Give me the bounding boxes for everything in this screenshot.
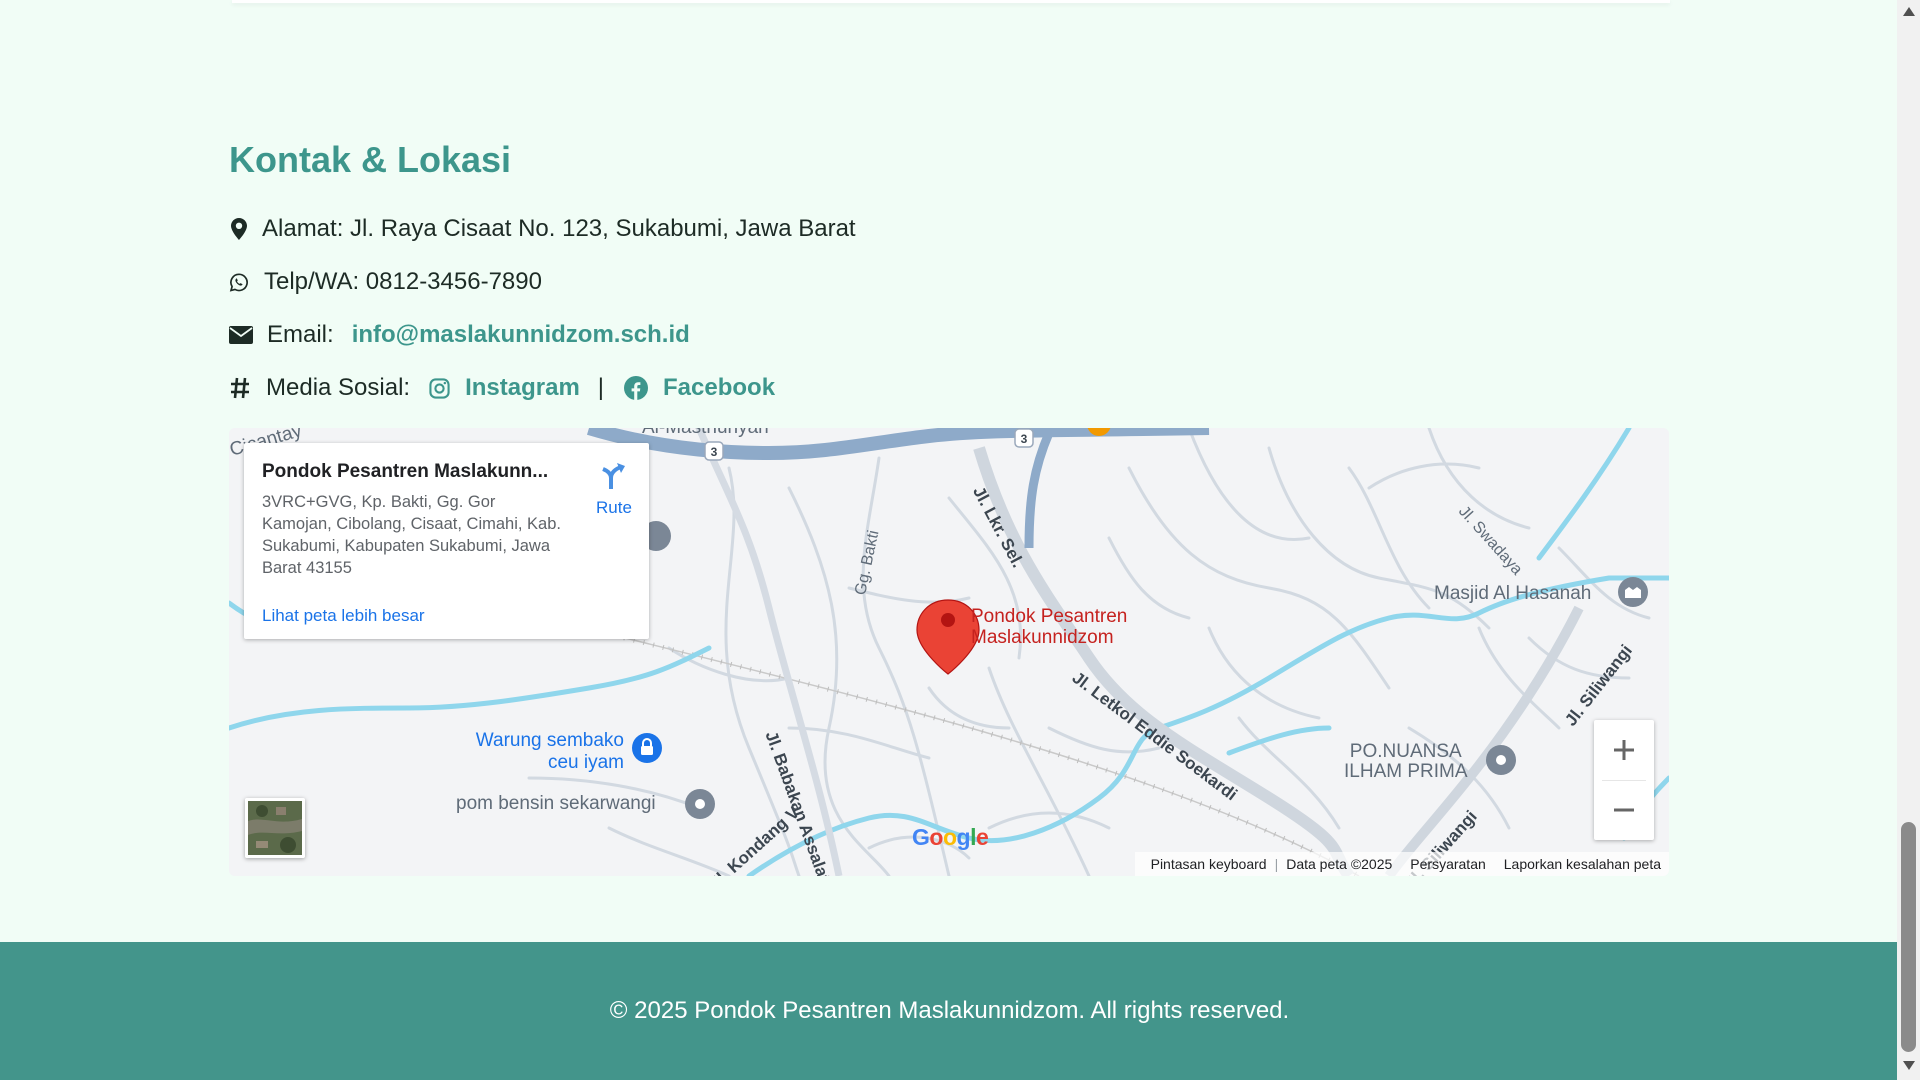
social-row: Media Sosial: Instagram | Facebook: [229, 371, 775, 405]
place-info-address: 3VRC+GVG, Kp. Bakti, Gg. Gor Kamojan, Ci…: [262, 493, 561, 577]
keyboard-shortcuts-link[interactable]: Pintasan keyboard: [1151, 856, 1267, 872]
email-label: Email:: [267, 321, 334, 348]
section-title: Kontak & Lokasi: [229, 139, 512, 180]
map-data-text: Data peta ©2025: [1286, 856, 1393, 872]
zoom-out-button[interactable]: [1594, 780, 1654, 840]
phone-row: Telp/WA: 0812-3456-7890: [229, 265, 542, 299]
scroll-up-arrow[interactable]: [1901, 4, 1916, 19]
zoom-control: [1594, 720, 1654, 840]
instagram-link[interactable]: Instagram: [465, 374, 580, 402]
place-info-title: Pondok Pesantren Maslakunn...: [262, 461, 549, 482]
email-link[interactable]: info@maslakunnidzom.sch.id: [352, 321, 690, 349]
place-label-almasthuriyah: Al-Masthuriyah: [642, 428, 769, 439]
zoom-in-button[interactable]: [1594, 720, 1654, 780]
phone-text: Telp/WA: 0812-3456-7890: [264, 268, 542, 295]
plus-icon: [1614, 740, 1634, 760]
pin-label-line2: Maslakunnidzom: [971, 627, 1114, 648]
hashtag-icon: [229, 376, 251, 400]
social-separator: |: [597, 374, 605, 401]
embedded-map[interactable]: 33 Al-Masthuriyah Cicantay Jl. Lkr. Sel.…: [229, 428, 1669, 876]
place-label-warung-line1: Warung sembako: [475, 730, 624, 751]
attribution-separator: |: [1274, 856, 1279, 872]
social-label: Media Sosial:: [266, 374, 411, 401]
pin-label: Pondok Pesantren Maslakunnidzom: [971, 606, 1127, 648]
place-label-warung-line2: ceu iyam: [547, 752, 624, 773]
triangle-up-icon: [1902, 7, 1915, 16]
site-footer: © 2025 Pondok Pesantren Maslakunnidzom. …: [0, 942, 1897, 1080]
page-scrollbar[interactable]: [1897, 0, 1920, 1080]
pin-label-line1: Pondok Pesantren: [971, 606, 1128, 627]
place-label-nuansa-line1: PO.NUANSA: [1349, 741, 1462, 762]
place-info-card: Pondok Pesantren Maslakunn... 3VRC+GVG, …: [244, 443, 649, 639]
whatsapp-icon: [229, 270, 249, 294]
facebook-icon[interactable]: [624, 376, 649, 400]
directions-icon: [602, 463, 625, 489]
scrollbar-thumb[interactable]: [1901, 822, 1916, 1052]
facebook-link[interactable]: Facebook: [663, 374, 775, 402]
address-text: Alamat: Jl. Raya Cisaat No. 123, Sukabum…: [262, 215, 856, 242]
address-row: Alamat: Jl. Raya Cisaat No. 123, Sukabum…: [229, 212, 856, 246]
route-shield-number-1: 3: [711, 445, 718, 459]
place-label-nuansa-line2: ILHAM PRIMA: [1344, 761, 1468, 782]
place-label-warung: Warung sembako ceu iyam: [449, 730, 624, 774]
triangle-down-icon: [1902, 1061, 1915, 1070]
google-logo: Google: [912, 824, 989, 850]
report-map-error-link[interactable]: Laporkan kesalahan peta: [1504, 856, 1661, 872]
place-label-masjid: Masjid Al Hasanah: [1434, 583, 1592, 604]
satellite-layer-toggle[interactable]: [245, 798, 305, 858]
place-label-pom-bensin: pom bensin sekarwangi: [456, 793, 656, 814]
email-row: Email: info@maslakunnidzom.sch.id: [229, 318, 690, 352]
place-label-nuansa: PO.NUANSA ILHAM PRIMA: [1344, 742, 1468, 782]
previous-section-card-edge: [232, 0, 1670, 3]
map-attribution-bar: Pintasan keyboard | Data peta ©2025 Pers…: [1134, 852, 1669, 876]
map-marker-icon: [229, 217, 249, 241]
terms-link[interactable]: Persyaratan: [1410, 856, 1485, 872]
route-shield-number-2: 3: [1021, 432, 1028, 446]
larger-map-link[interactable]: Lihat peta lebih besar: [262, 606, 425, 626]
envelope-icon: [229, 323, 253, 347]
route-label: Rute: [596, 498, 632, 517]
satellite-thumbnail: [248, 801, 302, 855]
scroll-down-arrow[interactable]: [1901, 1058, 1916, 1073]
instagram-icon[interactable]: [428, 376, 450, 400]
minus-icon: [1614, 808, 1634, 812]
route-button[interactable]: Rute: [584, 461, 644, 518]
footer-copyright: © 2025 Pondok Pesantren Maslakunnidzom. …: [609, 997, 1290, 1024]
